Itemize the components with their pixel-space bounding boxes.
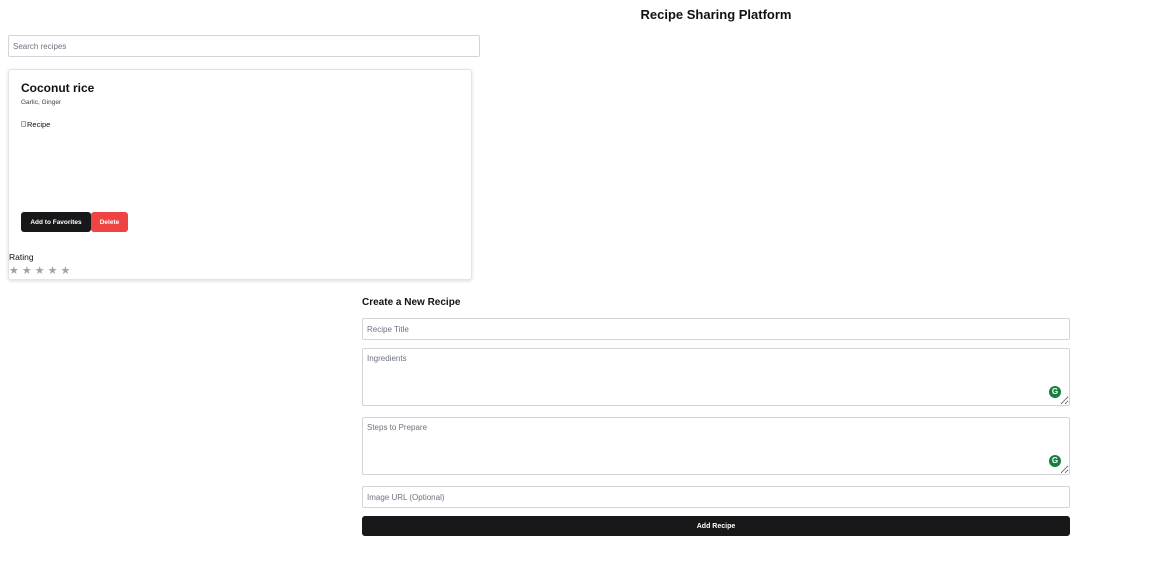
star-icon[interactable]: ★	[22, 265, 32, 277]
star-icon[interactable]: ★	[61, 265, 71, 277]
search-input[interactable]	[8, 35, 480, 57]
add-to-favorites-button[interactable]: Add to Favorites	[21, 212, 91, 232]
recipe-title: Coconut rice	[21, 81, 95, 95]
star-icon[interactable]: ★	[9, 265, 19, 277]
ingredients-textarea[interactable]	[362, 348, 1070, 406]
steps-textarea[interactable]	[362, 417, 1070, 475]
recipe-image: Recipe	[21, 119, 121, 199]
grammarly-icon[interactable]: G	[1049, 386, 1061, 398]
page-title: Recipe Sharing Platform	[640, 7, 792, 22]
recipe-card: Coconut rice Garlic, Ginger Recipe Add t…	[8, 69, 472, 280]
recipe-image-alt: Recipe	[27, 120, 51, 129]
create-recipe-heading: Create a New Recipe	[362, 297, 461, 308]
image-url-input[interactable]	[362, 486, 1070, 508]
delete-button[interactable]: Delete	[91, 212, 128, 232]
star-icon[interactable]: ★	[35, 265, 45, 277]
add-recipe-button[interactable]: Add Recipe	[362, 516, 1070, 536]
star-rating: ★ ★ ★ ★ ★	[9, 265, 70, 277]
grammarly-icon[interactable]: G	[1049, 455, 1061, 467]
recipe-title-input[interactable]	[362, 318, 1070, 340]
broken-image-icon	[21, 121, 26, 127]
rating-label: Rating	[9, 252, 34, 262]
star-icon[interactable]: ★	[48, 265, 58, 277]
recipe-ingredients: Garlic, Ginger	[21, 99, 62, 106]
